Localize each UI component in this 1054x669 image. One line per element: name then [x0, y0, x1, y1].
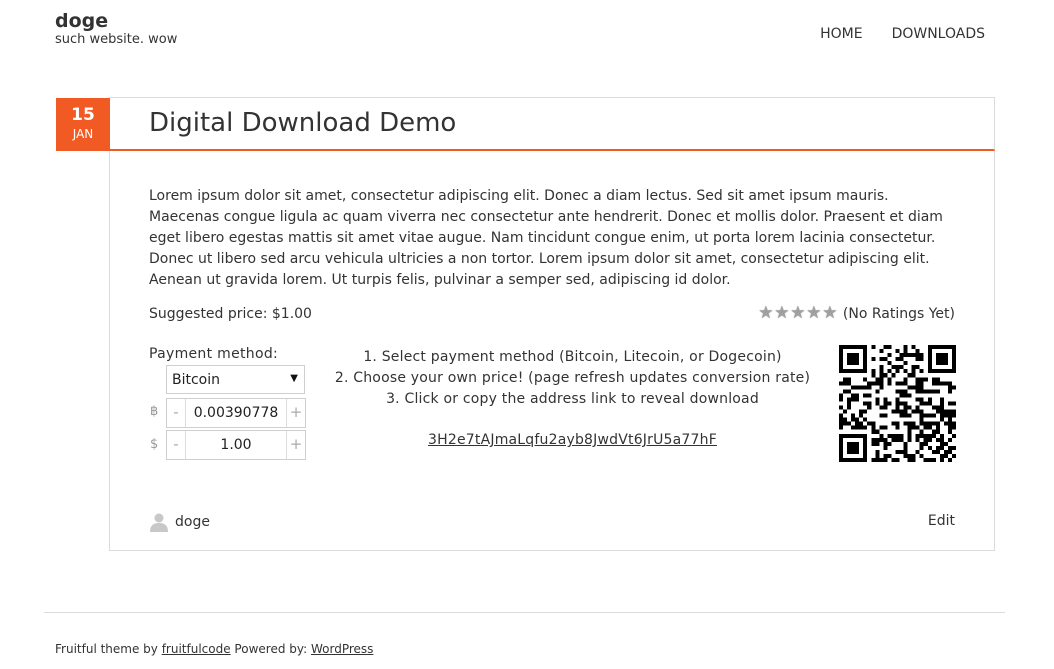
footer-theme-link[interactable]: fruitfulcode [162, 642, 231, 656]
edit-link[interactable]: Edit [928, 513, 955, 529]
crypto-amount-stepper: - + [166, 398, 306, 428]
star-icon[interactable]: ★ [790, 305, 806, 322]
suggested-price: Suggested price: $1.00 [149, 306, 312, 322]
post-title: Digital Download Demo [149, 108, 457, 138]
site-title[interactable]: doge [55, 10, 108, 32]
rating-widget: ★ ★ ★ ★ ★ (No Ratings Yet) [758, 304, 955, 323]
post-excerpt: Lorem ipsum dolor sit amet, consectetur … [149, 188, 943, 288]
site-tagline: such website. wow [55, 32, 178, 47]
payment-method-select[interactable]: Bitcoin ▼ [166, 365, 305, 394]
fiat-amount-stepper: - + [166, 430, 306, 460]
nav-item-home[interactable]: HOME [820, 26, 862, 42]
star-icon[interactable]: ★ [806, 305, 822, 322]
site-footer: Fruitful theme by fruitfulcode Powered b… [55, 642, 373, 656]
fiat-decrement-button[interactable]: - [167, 431, 186, 459]
main-nav: HOME DOWNLOADS [791, 26, 985, 42]
footer-middle: Powered by: [230, 642, 311, 656]
crypto-increment-button[interactable]: + [286, 399, 305, 427]
star-icon[interactable]: ★ [758, 305, 774, 322]
date-day: 15 [71, 105, 95, 125]
bitcoin-symbol: ฿ [150, 404, 159, 419]
date-month: JAN [72, 127, 94, 141]
rating-stars[interactable]: ★ ★ ★ ★ ★ [758, 305, 838, 322]
star-icon[interactable]: ★ [774, 305, 790, 322]
crypto-decrement-button[interactable]: - [167, 399, 186, 427]
nav-item-downloads[interactable]: DOWNLOADS [892, 26, 985, 42]
instruction-step-2: 2. Choose your own price! (page refresh … [334, 370, 811, 386]
footer-prefix: Fruitful theme by [55, 642, 162, 656]
crypto-amount-input[interactable] [186, 399, 286, 427]
footer-divider [44, 612, 1005, 613]
instruction-step-3: 3. Click or copy the address link to rev… [386, 391, 759, 407]
payment-method-value: Bitcoin [172, 372, 221, 388]
date-badge: 15 JAN [56, 98, 110, 151]
payment-instructions: 1. Select payment method (Bitcoin, Litec… [330, 347, 815, 410]
star-icon[interactable]: ★ [822, 305, 838, 322]
post-author: doge [149, 512, 210, 532]
instruction-step-1: 1. Select payment method (Bitcoin, Litec… [363, 349, 782, 365]
user-avatar-icon [150, 513, 168, 532]
fiat-increment-button[interactable]: + [286, 431, 305, 459]
payment-qr-code-icon[interactable] [839, 345, 956, 462]
fiat-amount-input[interactable] [186, 431, 286, 459]
footer-wordpress-link[interactable]: WordPress [311, 642, 373, 656]
dropdown-arrow-icon: ▼ [290, 373, 298, 384]
payment-method-label: Payment method: [149, 346, 279, 362]
dollar-symbol: $ [150, 437, 159, 452]
ratings-text: (No Ratings Yet) [842, 306, 955, 322]
author-name[interactable]: doge [175, 514, 210, 530]
payment-address-link[interactable]: 3H2e7tAJmaLqfu2ayb8JwdVt6JrU5a77hF [330, 432, 815, 448]
